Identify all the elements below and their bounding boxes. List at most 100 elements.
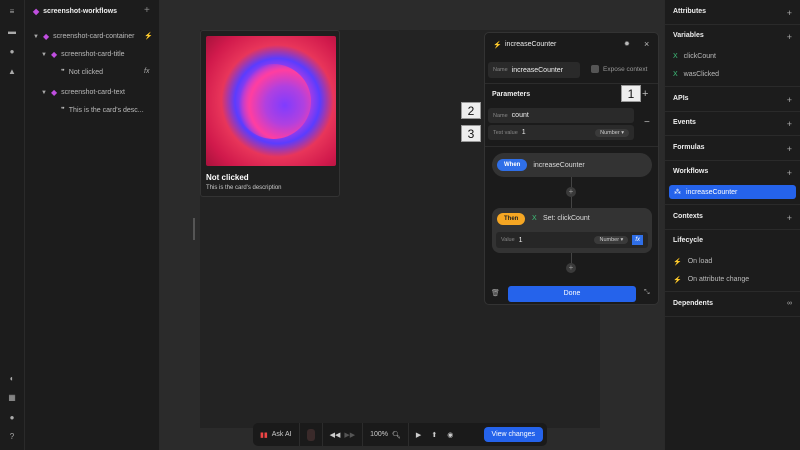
tree-title[interactable]: ◆ screenshot-workflows xyxy=(33,7,117,16)
view-changes-button[interactable]: View changes xyxy=(483,427,543,442)
add-icon: + xyxy=(786,144,792,154)
bottom-toolbar: ▮▮ Ask AI ◀◀ ▶▶ 100% 🔍︎ ▶ ⬆ ◉ View changes xyxy=(253,423,547,446)
add-icon: + xyxy=(786,119,792,129)
expose-context-label: Expose context xyxy=(603,66,648,73)
name-field[interactable]: Name increaseCounter xyxy=(488,62,580,78)
component-icon: ◆ xyxy=(50,88,58,97)
card-title: Not clicked xyxy=(206,173,249,182)
param-name-field[interactable]: Name count xyxy=(488,108,634,123)
bolt-icon: ⚡ xyxy=(673,277,682,284)
debug-icon[interactable]: ✹ xyxy=(624,40,630,48)
add-step-button[interactable]: + xyxy=(566,263,576,273)
callout-2: 2 xyxy=(461,102,481,119)
warning-icon[interactable]: ▲ xyxy=(7,67,17,77)
folder-icon[interactable]: ▬ xyxy=(7,27,17,37)
tree-item[interactable]: ▼ ◆ screenshot-card-container xyxy=(33,32,134,41)
type-dropdown[interactable]: Number ▾ xyxy=(594,236,629,244)
events-section[interactable]: Events + xyxy=(673,119,792,129)
panel-title: increaseCounter xyxy=(505,41,557,48)
ai-icon: ▮▮ xyxy=(260,431,268,439)
publish-icon[interactable]: ⬆ xyxy=(431,431,437,439)
resize-handle[interactable] xyxy=(193,218,195,240)
bulb-icon[interactable]: ● xyxy=(7,413,17,423)
dependents-section[interactable]: Dependents ∞ xyxy=(673,300,792,307)
variable-item[interactable]: XclickCount xyxy=(673,53,716,60)
ask-ai-button[interactable]: ▮▮ Ask AI xyxy=(253,423,300,446)
component-tree: ◆ screenshot-workflows + ▼ ◆ screenshot-car… xyxy=(25,0,160,450)
contexts-section[interactable]: Contexts + xyxy=(673,213,792,223)
variable-icon: X xyxy=(673,71,678,78)
callout-1: 1 xyxy=(621,85,641,102)
help-icon[interactable]: ? xyxy=(7,432,17,442)
trigger-node[interactable]: When increaseCounter xyxy=(492,153,652,177)
quote-icon: ❞ xyxy=(61,107,65,114)
then-badge: Then xyxy=(497,213,526,225)
quote-icon: ❞ xyxy=(61,69,65,76)
variables-section[interactable]: Variables + xyxy=(673,32,792,42)
parameters-heading: Parameters xyxy=(492,91,531,98)
action-label: Set: clickCount xyxy=(543,215,590,222)
card-image xyxy=(206,36,336,166)
close-icon[interactable]: × xyxy=(644,39,649,49)
lifecycle-item[interactable]: ⚡ On attribute change xyxy=(673,276,749,284)
bolt-icon: ⚡ xyxy=(673,259,682,266)
avatar[interactable] xyxy=(300,423,323,446)
zoom-icon: 🔍︎ xyxy=(392,431,401,439)
tree-item[interactable]: ▼ ◆ screenshot-card-title xyxy=(41,50,125,59)
variable-icon: X xyxy=(532,215,537,222)
variable-icon: X xyxy=(673,53,678,60)
component-icon: ◆ xyxy=(42,32,50,41)
when-badge: When xyxy=(497,159,528,171)
left-rail: ≡ ▬ ● ▲ ◐ ▦ ● ? xyxy=(0,0,25,450)
apis-section[interactable]: APIs + xyxy=(673,95,792,105)
tree-item[interactable]: ❞ Not clicked xyxy=(61,68,103,77)
param-test-value-field[interactable]: Test value 1 Number ▾ xyxy=(488,125,634,140)
trash-icon[interactable]: 🗑 xyxy=(491,289,500,297)
link-icon: ∞ xyxy=(787,300,792,307)
stop-icon[interactable]: ◉ xyxy=(447,431,453,439)
lifecycle-item[interactable]: ⚡ On load xyxy=(673,258,712,266)
globe-icon[interactable]: ● xyxy=(7,47,17,57)
actions: ▶ ⬆ ◉ xyxy=(409,423,460,446)
add-icon: + xyxy=(786,95,792,105)
redo-icon[interactable]: ▶▶ xyxy=(344,431,355,439)
workflow-panel: ⚡ increaseCounter ✹ × Name increaseCounte… xyxy=(484,32,659,305)
value-field[interactable]: Value 1 Number ▾ fx xyxy=(496,232,648,248)
expose-context-checkbox[interactable] xyxy=(591,65,599,73)
action-node[interactable]: Then X Set: clickCount Value 1 Number ▾ fx xyxy=(492,208,652,253)
tree-item[interactable]: ❞ This is the card's desc... xyxy=(61,106,144,115)
add-icon: + xyxy=(786,213,792,223)
collapse-icon[interactable]: ⤡ xyxy=(644,289,650,297)
layers-icon[interactable]: ≡ xyxy=(7,7,17,17)
grid-icon[interactable]: ▦ xyxy=(7,393,17,403)
workflows-section[interactable]: Workflows + xyxy=(673,168,792,178)
card-preview[interactable]: Not clicked This is the card's descripti… xyxy=(200,30,340,197)
zoom-control[interactable]: 100% 🔍︎ xyxy=(363,423,409,446)
done-button[interactable]: Done xyxy=(508,286,636,302)
add-step-button[interactable]: + xyxy=(566,187,576,197)
add-icon: + xyxy=(786,8,792,18)
component-icon: ◆ xyxy=(33,7,40,16)
history-controls: ◀◀ ▶▶ xyxy=(323,423,364,446)
add-icon[interactable]: + xyxy=(144,5,150,16)
add-icon: + xyxy=(786,168,792,178)
tree-item[interactable]: ▼ ◆ screenshot-card-text xyxy=(41,88,125,97)
type-dropdown[interactable]: Number ▾ xyxy=(595,128,629,137)
bolt-icon[interactable]: ⚡ xyxy=(144,32,153,40)
workflow-icon: ⁂ xyxy=(674,189,681,196)
remove-parameter-button[interactable]: − xyxy=(644,117,650,128)
undo-icon[interactable]: ◀◀ xyxy=(330,431,341,439)
variable-item[interactable]: XwasClicked xyxy=(673,71,719,78)
formula-icon[interactable]: fx xyxy=(144,68,149,75)
palette-icon[interactable]: ◐ xyxy=(7,374,17,384)
callout-3: 3 xyxy=(461,125,481,142)
add-parameter-button[interactable]: + xyxy=(642,88,648,100)
card-description: This is the card's description xyxy=(206,185,282,191)
workflow-item-selected[interactable]: ⁂ increaseCounter xyxy=(669,185,796,199)
add-icon: + xyxy=(786,32,792,42)
attributes-section[interactable]: Attributes + xyxy=(673,8,792,18)
formulas-section[interactable]: Formulas + xyxy=(673,144,792,154)
play-icon[interactable]: ▶ xyxy=(416,431,421,439)
component-icon: ◆ xyxy=(50,50,58,59)
formula-button[interactable]: fx xyxy=(632,235,643,245)
